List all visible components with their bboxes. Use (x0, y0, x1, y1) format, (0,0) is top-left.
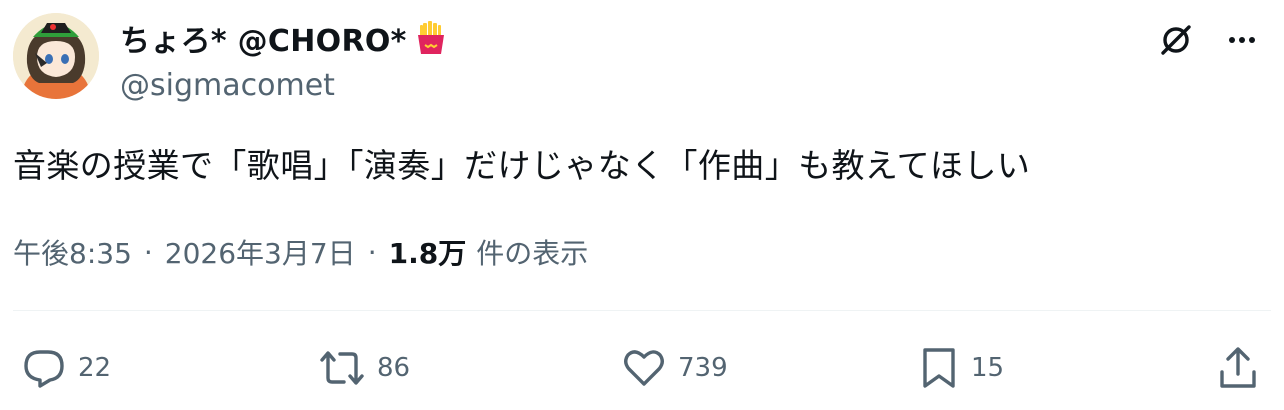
like-button[interactable]: 739 (620, 340, 728, 396)
tweet-time[interactable]: 午後8:35 (13, 232, 132, 272)
divider (13, 310, 1271, 311)
reply-count: 22 (78, 353, 112, 383)
share-button[interactable] (1214, 340, 1262, 396)
tweet-text: 音楽の授業で「歌唱」「演奏」だけじゃなく「作曲」も教えてほしい (13, 146, 1031, 185)
tweet-meta: 午後8:35 · 2026年3月7日 · 1.8万 件の表示 (13, 232, 588, 272)
avatar[interactable] (13, 13, 99, 99)
reply-icon (24, 350, 64, 388)
retweet-button[interactable]: 86 (317, 340, 410, 396)
like-count: 739 (678, 353, 728, 383)
views-label[interactable]: 件の表示 (476, 232, 588, 272)
bookmark-button[interactable]: 15 (917, 340, 1004, 396)
views-count[interactable]: 1.8万 (389, 232, 467, 272)
heart-icon (624, 350, 664, 386)
share-icon (1220, 347, 1256, 388)
author-name-row[interactable]: ちょろ* @CHORO* (120, 16, 449, 60)
more-options-icon[interactable] (1220, 18, 1264, 62)
action-bar: 22 86 739 15 (0, 340, 1284, 396)
meta-separator: · (367, 235, 377, 269)
reply-button[interactable]: 22 (20, 340, 111, 396)
bookmark-icon (923, 348, 955, 388)
display-name[interactable]: ちょろ* @CHORO* (120, 16, 407, 60)
tweet-date[interactable]: 2026年3月7日 (165, 232, 356, 272)
retweet-icon (320, 351, 364, 385)
avatar-image (13, 13, 99, 99)
bookmark-count: 15 (971, 353, 1005, 383)
header-actions (1154, 18, 1264, 62)
retweet-count: 86 (377, 353, 411, 383)
author-handle[interactable]: @sigmacomet (120, 68, 335, 103)
meta-separator: · (143, 235, 153, 269)
fries-icon (413, 20, 449, 56)
grok-icon[interactable] (1154, 18, 1198, 62)
